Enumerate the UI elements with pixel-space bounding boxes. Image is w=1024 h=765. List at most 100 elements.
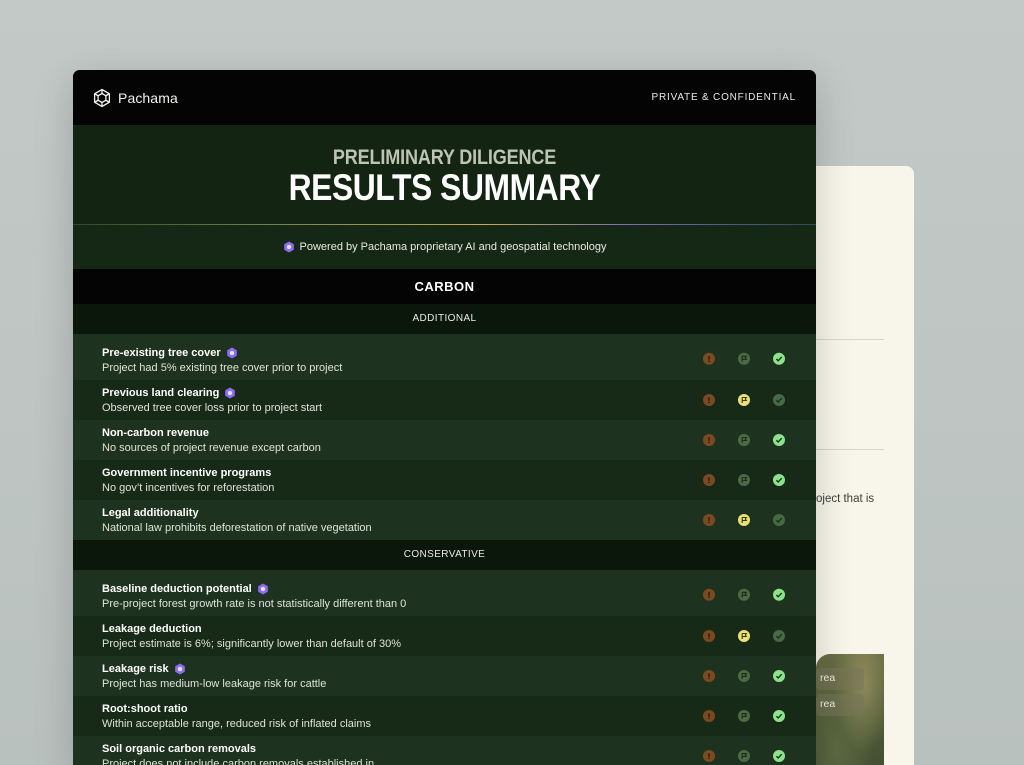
flag-icon (738, 588, 750, 601)
results-summary-card: Pachama PRIVATE & CONFIDENTIAL PRELIMINA… (73, 70, 816, 765)
criteria-title-text: Previous land clearing (102, 387, 220, 399)
criteria-title: Previous land clearing (102, 386, 322, 400)
check-icon (773, 670, 785, 682)
flag-icon (738, 750, 750, 762)
criteria-row: Baseline deduction potential Pre-project … (73, 570, 816, 616)
page-title: RESULTS SUMMARY (288, 167, 601, 208)
exclamation-icon (703, 434, 715, 446)
criteria-text: Soil organic carbon removals Project does… (73, 742, 374, 765)
powered-by-banner: Powered by Pachama proprietary AI and ge… (73, 225, 816, 269)
background-text: oject that is (816, 493, 875, 505)
check-icon (773, 630, 785, 642)
check-icon (773, 710, 785, 722)
exclamation-icon (703, 670, 715, 682)
carbon-section: ADDITIONAL Pre-existing tree cover Project… (73, 304, 816, 765)
map-chip: rea (816, 668, 864, 690)
check-icon (773, 514, 785, 526)
criteria-title-text: Pre-existing tree cover (102, 347, 221, 359)
ai-hexagon-icon (174, 663, 185, 675)
flag-icon (738, 352, 750, 365)
criteria-description: No gov’t incentives for reforestation (102, 482, 275, 494)
criteria-description: Project does not include carbon removals… (102, 758, 375, 765)
gradient-divider (73, 224, 816, 225)
criteria-description: Pre-project forest growth rate is not st… (102, 598, 407, 610)
criteria-title: Leakage risk (102, 662, 326, 676)
status-indicators (703, 670, 785, 682)
criteria-description: No sources of project revenue except car… (102, 442, 321, 454)
top-bar: Pachama PRIVATE & CONFIDENTIAL (73, 70, 816, 125)
criteria-text: Root:shoot ratio Within acceptable range,… (73, 702, 371, 730)
map-thumbnail: rea rea (816, 654, 884, 765)
status-indicators (703, 474, 785, 486)
criteria-description: Project estimate is 6%; significantly lo… (102, 638, 401, 650)
check-icon (773, 750, 785, 762)
criteria-title: Pre-existing tree cover (102, 346, 342, 360)
hero: PRELIMINARY DILIGENCE RESULTS SUMMARY (73, 125, 816, 225)
logo[interactable]: Pachama (92, 88, 178, 108)
check-icon (773, 352, 785, 365)
criteria-description: Observed tree cover loss prior to projec… (102, 402, 323, 414)
status-indicators (703, 750, 785, 762)
criteria-text: Leakage risk Project has medium-low leaka… (73, 662, 326, 690)
criteria-title: Root:shoot ratio (102, 702, 371, 716)
exclamation-icon (703, 474, 715, 486)
criteria-description: National law prohibits deforestation of … (102, 522, 372, 534)
criteria-description: Project has medium-low leakage risk for … (102, 678, 327, 690)
criteria-title: Leakage deduction (102, 622, 401, 636)
criteria-text: Leakage deduction Project estimate is 6%;… (73, 622, 401, 650)
ai-hexagon-icon (257, 583, 268, 595)
criteria-row: Government incentive programs No gov’t in… (73, 460, 816, 500)
exclamation-icon (703, 514, 715, 526)
criteria-title-text: Non-carbon revenue (102, 427, 209, 439)
criteria-row: Root:shoot ratio Within acceptable range,… (73, 696, 816, 736)
powered-by-text: Powered by Pachama proprietary AI and ge… (299, 241, 607, 253)
flag-icon (738, 630, 750, 642)
flag-icon (738, 434, 750, 446)
exclamation-icon (703, 352, 715, 365)
ai-hexagon-icon (283, 241, 294, 253)
check-icon (773, 588, 785, 601)
subsection-header: CONSERVATIVE (73, 540, 816, 570)
exclamation-icon (703, 630, 715, 642)
check-icon (773, 434, 785, 446)
section-header-carbon: CARBON (73, 269, 816, 304)
status-indicators (703, 434, 785, 446)
subsection-header: ADDITIONAL (73, 304, 816, 334)
status-indicators (703, 514, 785, 526)
exclamation-icon (703, 750, 715, 762)
status-indicators (703, 588, 785, 601)
flag-icon (738, 710, 750, 722)
criteria-title-text: Legal additionality (102, 507, 199, 519)
check-icon (773, 474, 785, 486)
criteria-text: Government incentive programs No gov’t in… (73, 466, 274, 494)
criteria-description: Within acceptable range, reduced risk of… (102, 718, 372, 730)
map-chip: rea (816, 694, 864, 716)
criteria-text: Non-carbon revenue No sources of project … (73, 426, 321, 454)
criteria-row: Legal additionality National law prohibit… (73, 500, 816, 540)
criteria-row: Leakage deduction Project estimate is 6%;… (73, 616, 816, 656)
status-indicators (703, 352, 785, 365)
criteria-text: Legal additionality National law prohibit… (73, 506, 372, 534)
criteria-title: Baseline deduction potential (102, 582, 406, 596)
criteria-title: Non-carbon revenue (102, 426, 321, 440)
criteria-row: Non-carbon revenue No sources of project … (73, 420, 816, 460)
criteria-title-text: Leakage deduction (102, 623, 202, 635)
criteria-title: Government incentive programs (102, 466, 274, 480)
confidential-label: PRIVATE & CONFIDENTIAL (651, 92, 796, 103)
criteria-title-text: Root:shoot ratio (102, 703, 188, 715)
pachama-logo-icon (93, 88, 111, 107)
criteria-description: Project had 5% existing tree cover prior… (102, 362, 343, 374)
criteria-title: Soil organic carbon removals (102, 742, 374, 756)
criteria-row: Leakage risk Project has medium-low leaka… (73, 656, 816, 696)
status-indicators (703, 710, 785, 722)
exclamation-icon (703, 394, 715, 406)
criteria-title-text: Soil organic carbon removals (102, 743, 257, 755)
criteria-row: Soil organic carbon removals Project does… (73, 736, 816, 765)
criteria-title-text: Government incentive programs (102, 467, 272, 479)
hero-subtitle: PRELIMINARY DILIGENCE (332, 146, 557, 169)
ai-hexagon-icon (225, 387, 236, 399)
flag-icon (738, 670, 750, 682)
flag-icon (738, 474, 750, 486)
flag-icon (738, 514, 750, 526)
criteria-text: Previous land clearing Observed tree cove… (73, 386, 322, 414)
